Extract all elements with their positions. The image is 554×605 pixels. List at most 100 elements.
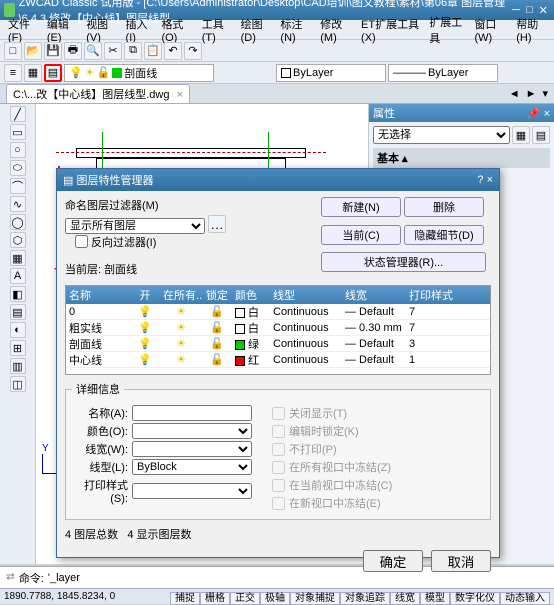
redo-icon[interactable]: ↷ bbox=[184, 42, 202, 60]
column-header[interactable]: 锁定 bbox=[202, 287, 232, 303]
draw-tool-icon[interactable]: ◫ bbox=[10, 376, 26, 392]
draw-tool-icon[interactable]: ⌒ bbox=[10, 178, 26, 194]
paste-icon[interactable]: 📋 bbox=[144, 42, 162, 60]
dialog-icon: ▤ bbox=[63, 174, 73, 187]
detail-name-input[interactable] bbox=[132, 405, 252, 421]
detail-plotstyle-select[interactable] bbox=[132, 483, 252, 499]
new-icon[interactable]: □ bbox=[4, 42, 22, 60]
dialog-help-icon[interactable]: ? bbox=[477, 174, 483, 186]
draw-tool-icon[interactable]: ▤ bbox=[10, 304, 26, 320]
layer-row[interactable]: 0 💡 ☀ 🔓 白 Continuous — Default 7 bbox=[66, 304, 490, 320]
detail-checkbox: 编辑时锁定(K) bbox=[272, 423, 392, 439]
ok-button[interactable]: 确定 bbox=[363, 550, 423, 572]
layer-table[interactable]: 名称开在所有...锁定颜色线型线宽打印样式 0 💡 ☀ 🔓 白 Continuo… bbox=[65, 285, 491, 375]
draw-tool-icon[interactable]: ▦ bbox=[10, 250, 26, 266]
menu-item[interactable]: 扩展工具 bbox=[425, 12, 468, 48]
draw-tool-icon[interactable]: ◐ bbox=[10, 322, 26, 338]
menu-item[interactable]: 插入(I) bbox=[122, 14, 156, 46]
menu-item[interactable]: ET扩展工具(X) bbox=[357, 14, 423, 46]
tool-b-icon[interactable]: ▦ bbox=[24, 64, 42, 82]
detail-color-select[interactable] bbox=[132, 423, 252, 439]
filter-label: 命名图层过滤器(M) bbox=[65, 197, 313, 213]
print-icon[interactable]: 🖶 bbox=[64, 42, 82, 60]
prop-pick-icon[interactable]: ▦ bbox=[512, 126, 530, 144]
prop-category[interactable]: 基本 ▴ bbox=[373, 148, 550, 168]
column-header[interactable]: 线型 bbox=[270, 287, 342, 303]
draw-tool-icon[interactable]: ∿ bbox=[10, 196, 26, 212]
status-toggle[interactable]: 对象追踪 bbox=[340, 592, 390, 605]
draw-tool-icon[interactable]: ⬭ bbox=[10, 160, 26, 176]
hide-details-button[interactable]: 隐藏细节(D) bbox=[404, 225, 484, 245]
draw-tool-icon[interactable]: ▭ bbox=[10, 124, 26, 140]
menu-item[interactable]: 视图(V) bbox=[82, 14, 119, 46]
draw-tool-icon[interactable]: ╱ bbox=[10, 106, 26, 122]
dialog-close-icon[interactable]: × bbox=[487, 174, 493, 186]
column-header[interactable]: 颜色 bbox=[232, 287, 270, 303]
menu-item[interactable]: 文件(F) bbox=[4, 14, 41, 46]
menu-item[interactable]: 工具(T) bbox=[198, 14, 235, 46]
layer-row[interactable]: 粗实线 💡 ☀ 🔓 白 Continuous — 0.30 mm 7 bbox=[66, 320, 490, 336]
status-toggle[interactable]: 捕捉 bbox=[170, 592, 200, 605]
open-icon[interactable]: 📂 bbox=[24, 42, 42, 60]
selection-dropdown[interactable]: 无选择 bbox=[373, 126, 510, 144]
status-toggle[interactable]: 极轴 bbox=[260, 592, 290, 605]
status-toggle[interactable]: 动态输入 bbox=[500, 592, 550, 605]
status-toggle[interactable]: 数字化仪 bbox=[450, 592, 500, 605]
status-toggle[interactable]: 对象捕捉 bbox=[290, 592, 340, 605]
layer-props-button[interactable]: ▤ bbox=[44, 64, 62, 82]
status-toggle[interactable]: 线宽 bbox=[390, 592, 420, 605]
copy-icon[interactable]: ⧉ bbox=[124, 42, 142, 60]
draw-tool-icon[interactable]: ⊞ bbox=[10, 340, 26, 356]
undo-icon[interactable]: ↶ bbox=[164, 42, 182, 60]
linetype-dropdown[interactable]: ByLayer bbox=[276, 64, 386, 82]
tab-nav-left-icon[interactable]: ◄ bbox=[509, 88, 520, 100]
cancel-button[interactable]: 取消 bbox=[431, 550, 491, 572]
lineweight-dropdown[interactable]: ——— ByLayer bbox=[388, 64, 498, 82]
detail-linetype-select[interactable]: ByBlock bbox=[132, 459, 252, 475]
set-current-button[interactable]: 当前(C) bbox=[321, 225, 401, 245]
tab-list-icon[interactable]: ▾ bbox=[542, 87, 548, 100]
draw-tool-icon[interactable]: ▥ bbox=[10, 358, 26, 374]
properties-title: 属性 bbox=[373, 105, 395, 121]
column-header[interactable]: 开 bbox=[130, 287, 160, 303]
draw-tool-icon[interactable]: ⬡ bbox=[10, 232, 26, 248]
menu-item[interactable]: 格式(O) bbox=[157, 14, 195, 46]
draw-tool-icon[interactable]: A bbox=[10, 268, 26, 284]
prop-close-icon[interactable]: × bbox=[544, 108, 550, 120]
menu-item[interactable]: 标注(N) bbox=[276, 14, 314, 46]
cmd-history-icon[interactable]: ⮂ bbox=[6, 571, 15, 584]
delete-layer-button[interactable]: 删除 bbox=[404, 197, 484, 217]
menu-item[interactable]: 窗口(W) bbox=[470, 14, 510, 46]
preview-icon[interactable]: 🔍 bbox=[84, 42, 102, 60]
new-layer-button[interactable]: 新建(N) bbox=[321, 197, 401, 217]
layer-row[interactable]: 剖面线 💡 ☀ 🔓 绿 Continuous — Default 3 bbox=[66, 336, 490, 352]
layer-dropdown[interactable]: 💡☀🔓 剖面线 bbox=[64, 64, 214, 82]
document-tab[interactable]: C:\...改【中心线】图层线型.dwg × bbox=[6, 84, 190, 103]
column-header[interactable]: 名称 bbox=[66, 287, 130, 303]
layer-row[interactable]: 中心线 💡 ☀ 🔓 红 Continuous — Default 1 bbox=[66, 352, 490, 368]
filter-dropdown[interactable]: 显示所有图层 bbox=[65, 218, 205, 234]
cut-icon[interactable]: ✂ bbox=[104, 42, 122, 60]
detail-lineweight-select[interactable] bbox=[132, 441, 252, 457]
filter-more-button[interactable]: … bbox=[208, 215, 226, 233]
invert-filter-checkbox[interactable]: 反向过滤器(I) bbox=[75, 234, 156, 250]
prop-filter-icon[interactable]: ▤ bbox=[532, 126, 550, 144]
draw-tool-icon[interactable]: ◯ bbox=[10, 214, 26, 230]
status-toggle[interactable]: 模型 bbox=[420, 592, 450, 605]
menu-item[interactable]: 绘图(D) bbox=[237, 14, 275, 46]
tab-nav-right-icon[interactable]: ► bbox=[526, 88, 537, 100]
state-manager-button[interactable]: 状态管理器(R)... bbox=[321, 252, 486, 272]
tool-a-icon[interactable]: ≡ bbox=[4, 64, 22, 82]
status-toggle[interactable]: 正交 bbox=[230, 592, 260, 605]
status-toggle[interactable]: 栅格 bbox=[200, 592, 230, 605]
draw-tool-icon[interactable]: ◧ bbox=[10, 286, 26, 302]
menu-item[interactable]: 帮助(H) bbox=[512, 14, 550, 46]
prop-pin-icon[interactable]: 📌 bbox=[527, 108, 541, 120]
save-icon[interactable]: 💾 bbox=[44, 42, 62, 60]
menu-item[interactable]: 修改(M) bbox=[316, 14, 355, 46]
column-header[interactable]: 线宽 bbox=[342, 287, 406, 303]
column-header[interactable]: 打印样式 bbox=[406, 287, 456, 303]
column-header[interactable]: 在所有... bbox=[160, 287, 202, 303]
draw-tool-icon[interactable]: ○ bbox=[10, 142, 26, 158]
close-tab-icon[interactable]: × bbox=[177, 89, 183, 101]
